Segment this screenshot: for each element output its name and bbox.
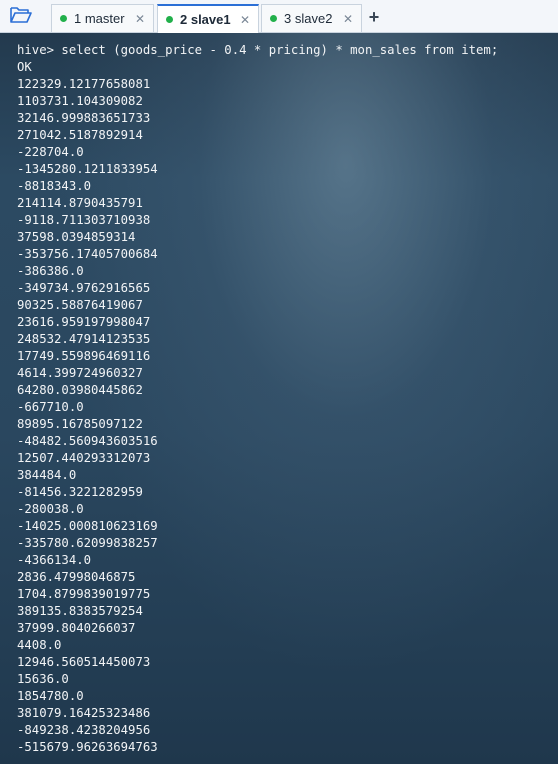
terminal-output-line: 1103731.104309082 xyxy=(17,94,143,108)
terminal-output-line: 381079.16425323486 xyxy=(17,706,151,720)
tab-label: 3 slave2 xyxy=(284,11,333,26)
terminal-output-line: 271042.5187892914 xyxy=(17,128,143,142)
terminal-output-line: 214114.8790435791 xyxy=(17,196,143,210)
terminal-output-line: -667710.0 xyxy=(17,400,84,414)
terminal-output-line: 12946.560514450073 xyxy=(17,655,151,669)
tab-label: 2 slave1 xyxy=(180,12,231,27)
close-icon[interactable]: ✕ xyxy=(133,12,147,26)
tab-slave2[interactable]: 3 slave2 ✕ xyxy=(261,4,362,32)
close-icon[interactable]: ✕ xyxy=(341,12,355,26)
tab-slave1[interactable]: 2 slave1 ✕ xyxy=(157,4,259,33)
terminal-app: 1 master ✕ 2 slave1 ✕ 3 slave2 ✕ + hive>… xyxy=(0,0,558,764)
terminal-output-line: 32146.999883651733 xyxy=(17,111,151,125)
terminal-output-line: -4366134.0 xyxy=(17,553,92,567)
close-icon[interactable]: ✕ xyxy=(238,13,252,27)
terminal-output-line: 37598.0394859314 xyxy=(17,230,136,244)
terminal-output-line: -515679.96263694763 xyxy=(17,740,158,754)
terminal-output-line: 17749.559896469116 xyxy=(17,349,151,363)
open-session-button[interactable] xyxy=(6,5,36,29)
terminal-output-line: -280038.0 xyxy=(17,502,84,516)
terminal-output-line: 384484.0 xyxy=(17,468,77,482)
terminal-output-line: 122329.12177658081 xyxy=(17,77,151,91)
terminal-output-line: 89895.16785097122 xyxy=(17,417,143,431)
terminal-output-line: 4614.399724960327 xyxy=(17,366,143,380)
terminal-output-line: -8818343.0 xyxy=(17,179,92,193)
terminal-output-line: 12507.440293312073 xyxy=(17,451,151,465)
status-dot xyxy=(166,16,173,23)
terminal-output[interactable]: hive> select (goods_price - 0.4 * pricin… xyxy=(0,33,558,764)
terminal-output-line: 23616.959197998047 xyxy=(17,315,151,329)
terminal-output-line: 90325.58876419067 xyxy=(17,298,143,312)
terminal-output-line: OK xyxy=(17,60,32,74)
status-dot xyxy=(60,15,67,22)
status-dot xyxy=(270,15,277,22)
terminal-output-line: -48482.560943603516 xyxy=(17,434,158,448)
session-tab-bar: 1 master ✕ 2 slave1 ✕ 3 slave2 ✕ + xyxy=(0,0,558,33)
terminal-output-line: -349734.9762916565 xyxy=(17,281,151,295)
tab-master[interactable]: 1 master ✕ xyxy=(51,4,154,32)
terminal-output-line: -353756.17405700684 xyxy=(17,247,158,261)
plus-icon[interactable]: + xyxy=(365,7,383,27)
terminal-output-line: -849238.4238204956 xyxy=(17,723,151,737)
tab-label: 1 master xyxy=(74,11,125,26)
terminal-output-line: -9118.711303710938 xyxy=(17,213,151,227)
terminal-output-line: -14025.000810623169 xyxy=(17,519,158,533)
terminal-output-line: 1704.8799839019775 xyxy=(17,587,151,601)
terminal-output-line: 389135.8383579254 xyxy=(17,604,143,618)
terminal-output-line: 2836.47998046875 xyxy=(17,570,136,584)
terminal-output-line: 15636.0 xyxy=(17,672,69,686)
terminal-output-line: 248532.47914123535 xyxy=(17,332,151,346)
terminal-output-line: -81456.3221282959 xyxy=(17,485,143,499)
terminal-output-line: 64280.03980445862 xyxy=(17,383,143,397)
terminal-command-line: hive> select (goods_price - 0.4 * pricin… xyxy=(17,43,499,57)
terminal-output-line: -228704.0 xyxy=(17,145,84,159)
terminal-output-line: 4408.0 xyxy=(17,638,62,652)
terminal-output-line: 37999.8040266037 xyxy=(17,621,136,635)
folder-open-icon xyxy=(9,5,33,30)
terminal-output-line: -335780.62099838257 xyxy=(17,536,158,550)
terminal-output-line: -386386.0 xyxy=(17,264,84,278)
terminal-output-line: 1854780.0 xyxy=(17,689,84,703)
terminal-output-line: -1345280.1211833954 xyxy=(17,162,158,176)
